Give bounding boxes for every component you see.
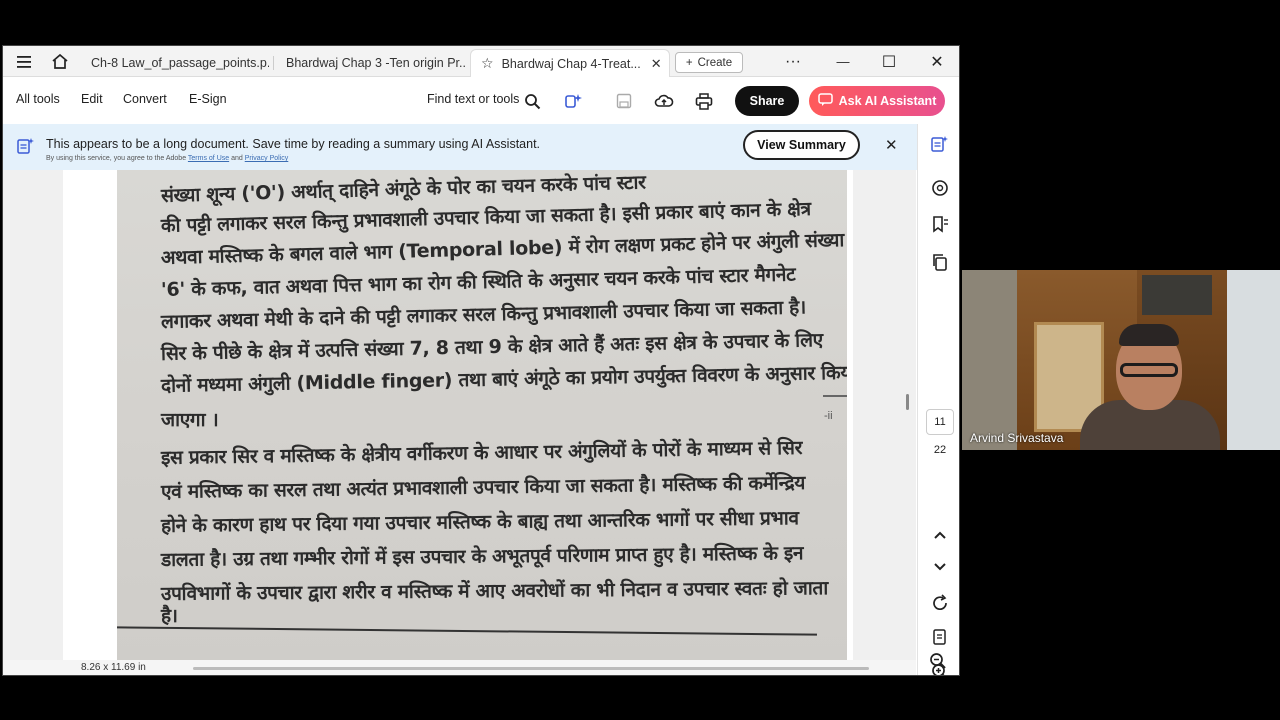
refresh-icon[interactable]: [929, 592, 951, 614]
star-icon[interactable]: ☆: [481, 55, 494, 72]
home-icon[interactable]: [47, 49, 73, 74]
create-label: Create: [697, 56, 733, 69]
participant-video-tile[interactable]: Arvind Srivastava: [962, 270, 1280, 450]
participant-name: Arvind Srivastava: [970, 431, 1064, 445]
tab-separator: [273, 56, 274, 70]
ai-tools-icon[interactable]: [563, 90, 585, 112]
search-icon[interactable]: [521, 90, 543, 112]
banner-legal: By using this service, you agree to the …: [46, 155, 288, 162]
text-line: एवं मस्तिष्क का सरल तथा अत्यंत प्रभावशाल…: [160, 472, 806, 503]
chevron-up-icon[interactable]: [929, 524, 951, 546]
all-tools-menu[interactable]: All tools: [16, 92, 60, 106]
tab-label: Bhardwaj Chap 4-Treat...: [501, 56, 641, 71]
screen: Ch-8 Law_of_passage_points.p... Bhardwaj…: [0, 0, 1280, 720]
tab-bar: Ch-8 Law_of_passage_points.p... Bhardwaj…: [3, 46, 959, 77]
ai-summary-panel-icon[interactable]: [929, 133, 951, 155]
legal-and: and: [229, 155, 245, 162]
page-edge-line: [823, 395, 847, 397]
text-line: सिर के पीछे के क्षेत्र में उत्पत्ति संख्…: [160, 329, 824, 365]
text-line: दोनों मध्यमा अंगुली (Middle finger) तथा …: [160, 361, 847, 397]
find-tools-input[interactable]: Find text or tools: [427, 92, 519, 106]
privacy-link[interactable]: Privacy Policy: [245, 155, 289, 162]
right-tool-rail: 11 22: [917, 124, 959, 675]
page-display-icon[interactable]: [929, 626, 951, 648]
print-icon[interactable]: [693, 90, 715, 112]
copy-pages-icon[interactable]: [929, 251, 951, 273]
total-pages: 22: [933, 444, 947, 456]
minimize-icon[interactable]: —: [831, 49, 855, 74]
tab-close-icon[interactable]: ✕: [651, 56, 662, 72]
main-toolbar: All tools Edit Convert E-Sign Find text …: [3, 78, 959, 123]
window-close-icon[interactable]: ✕: [925, 49, 949, 74]
legal-prefix: By using this service, you agree to the …: [46, 155, 188, 162]
more-options-icon[interactable]: ···: [781, 49, 805, 74]
hamburger-menu-icon[interactable]: [11, 49, 37, 74]
participant-hair: [1119, 324, 1179, 346]
comment-icon[interactable]: [929, 177, 951, 199]
tab-label: Ch-8 Law_of_passage_points.p...: [91, 56, 269, 70]
page-size-label: 8.26 x 11.69 in: [81, 662, 146, 673]
edge-mark: -ii: [824, 410, 833, 422]
upload-cloud-icon[interactable]: [653, 90, 675, 112]
text-line: जाएगा ।: [161, 409, 219, 431]
horizontal-scrollbar[interactable]: [193, 667, 869, 670]
banner-message: This appears to be a long document. Save…: [46, 137, 541, 151]
banner-close-icon[interactable]: ✕: [885, 136, 898, 154]
view-summary-button[interactable]: View Summary: [743, 130, 860, 160]
video-cabinet-glass: [1142, 275, 1212, 315]
ask-ai-label: Ask AI Assistant: [838, 94, 937, 108]
status-bar: 8.26 x 11.69 in: [3, 660, 916, 675]
tab-label: Bhardwaj Chap 3 -Ten origin Pr...: [286, 56, 466, 70]
text-line: डालता है। उग्र तथा गम्भीर रोगों में इस उ…: [160, 542, 804, 571]
acrobat-window: Ch-8 Law_of_passage_points.p... Bhardwaj…: [2, 45, 960, 676]
ai-assistant-icon: [817, 92, 833, 110]
zoom-out-icon[interactable]: [927, 650, 949, 672]
participant-glasses: [1120, 363, 1178, 377]
tab-ch8[interactable]: Ch-8 Law_of_passage_points.p...: [81, 49, 269, 77]
tab-chap4-active[interactable]: ☆ Bhardwaj Chap 4-Treat... ✕: [470, 49, 670, 77]
ai-summary-icon: [17, 137, 35, 160]
convert-menu[interactable]: Convert: [123, 92, 167, 106]
text-line: है।: [161, 605, 178, 627]
pdf-page: संख्या शून्य ('O') अर्थात् दाहिने अंगूठे…: [63, 170, 853, 660]
tab-chap3[interactable]: Bhardwaj Chap 3 -Ten origin Pr...: [276, 49, 466, 77]
current-page-input[interactable]: 11: [926, 409, 954, 435]
ai-summary-banner: This appears to be a long document. Save…: [3, 124, 917, 170]
save-icon[interactable]: [613, 90, 635, 112]
chevron-down-icon[interactable]: [929, 556, 951, 578]
scanned-page-image: संख्या शून्य ('O') अर्थात् दाहिने अंगूठे…: [117, 170, 847, 660]
ask-ai-assistant-button[interactable]: Ask AI Assistant: [809, 86, 945, 116]
text-line: इस प्रकार सिर व मस्तिष्क के क्षेत्रीय वर…: [160, 436, 803, 469]
share-button[interactable]: Share: [735, 86, 799, 116]
terms-link[interactable]: Terms of Use: [188, 155, 229, 162]
plus-icon: +: [685, 56, 693, 69]
edit-menu[interactable]: Edit: [81, 92, 103, 106]
esign-menu[interactable]: E-Sign: [189, 92, 227, 106]
maximize-icon[interactable]: ☐: [877, 49, 901, 74]
video-right-wall: [1227, 270, 1280, 450]
bookmark-icon[interactable]: [929, 213, 951, 235]
vertical-scroll-handle[interactable]: [906, 394, 909, 410]
create-button[interactable]: + Create: [675, 52, 743, 73]
text-line: होने के कारण हाथ पर दिया गया उपचार मस्ति…: [160, 507, 799, 537]
document-viewport[interactable]: संख्या शून्य ('O') अर्थात् दाहिने अंगूठे…: [3, 170, 916, 660]
